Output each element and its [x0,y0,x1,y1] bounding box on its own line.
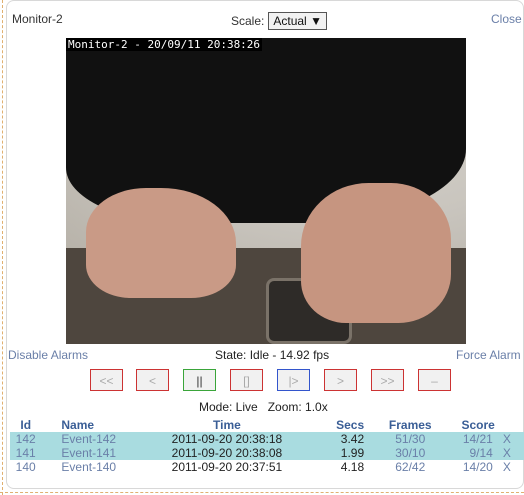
events-table-header: Id Name Time Secs Frames Score [10,418,524,432]
event-id[interactable]: 142 [10,432,42,446]
event-time: 2011-09-20 20:38:18 [149,432,305,446]
slow-rewind-button[interactable]: < [136,369,169,391]
event-id[interactable]: 140 [10,460,41,474]
scale-select[interactable]: Actual ▼ [268,12,327,30]
playback-controls: << < || [] |> > >> – [0,369,524,393]
event-secs: 1.99 [304,446,379,460]
mode-zoom-status: Mode: Live Zoom: 1.0x [199,400,328,414]
event-time: 2011-09-20 20:37:51 [171,460,283,474]
chevron-down-icon: ▼ [310,14,322,28]
event-frames[interactable]: 30/10 [378,446,443,460]
event-secs: 4.18 [340,460,365,474]
event-name[interactable]: Event-141 [41,446,150,460]
events-table: Id Name Time Secs Frames Score 142 Event… [10,418,524,474]
delete-event-button[interactable]: X [494,432,524,446]
event-score[interactable]: 9/14 [442,446,495,460]
fast-forward-button[interactable]: >> [371,369,404,391]
state-text: State: Idle - 14.92 fps [215,348,330,362]
force-alarm-link[interactable]: Force Alarm [456,348,521,362]
scale-label: Scale: [231,14,265,28]
table-row[interactable]: 140 Event-140 2011-09-20 20:37:51 4.18 6… [10,460,524,474]
delete-event-button[interactable]: X [495,460,524,474]
event-frames[interactable]: 51/30 [378,432,443,446]
col-secs-header[interactable]: Secs [305,418,378,432]
col-frames-header[interactable]: Frames [378,418,442,432]
event-frames[interactable]: 62/42 [378,460,442,474]
event-name[interactable]: Event-140 [41,460,149,474]
event-name[interactable]: Event-142 [41,432,150,446]
fast-rewind-button[interactable]: << [90,369,123,391]
pause-button[interactable]: || [183,369,216,391]
table-row[interactable]: 141 Event-141 2011-09-20 20:38:08 1.99 3… [10,446,524,460]
event-id[interactable]: 141 [10,446,42,460]
play-button[interactable]: |> [277,369,310,391]
video-timestamp-overlay: Monitor-2 - 20/09/11 20:38:26 [66,38,263,51]
event-time: 2011-09-20 20:38:08 [149,446,305,460]
disable-alarms-link[interactable]: Disable Alarms [8,348,88,362]
slow-forward-button[interactable]: > [324,369,357,391]
col-time-header[interactable]: Time [149,418,304,432]
monitor-title: Monitor-2 [12,12,63,26]
table-row[interactable]: 142 Event-142 2011-09-20 20:38:18 3.42 5… [10,432,524,446]
delete-event-button[interactable]: X [494,446,524,460]
stop-button[interactable]: [] [230,369,263,391]
video-right-hand [301,183,451,323]
event-score[interactable]: 14/20 [442,460,494,474]
event-score[interactable]: 14/21 [442,432,495,446]
alarm-bar: Disable Alarms State: Idle - 14.92 fps F… [8,348,524,364]
scale-control: Scale: Actual ▼ [231,12,327,30]
monitor-header: Monitor-2 Scale: Actual ▼ Close [12,12,524,30]
video-feed: Monitor-2 - 20/09/11 20:38:26 [66,38,466,344]
close-link[interactable]: Close [491,12,522,26]
scale-value: Actual [273,14,307,28]
video-left-hand [86,188,236,298]
dashed-border-left [2,0,3,495]
col-score-header[interactable]: Score [442,418,494,432]
col-id-header[interactable]: Id [10,418,41,432]
event-secs: 3.42 [304,432,379,446]
col-action-header [495,418,524,432]
dashed-border-bottom [0,492,524,493]
zoom-out-button[interactable]: – [418,369,451,391]
col-name-header[interactable]: Name [41,418,149,432]
